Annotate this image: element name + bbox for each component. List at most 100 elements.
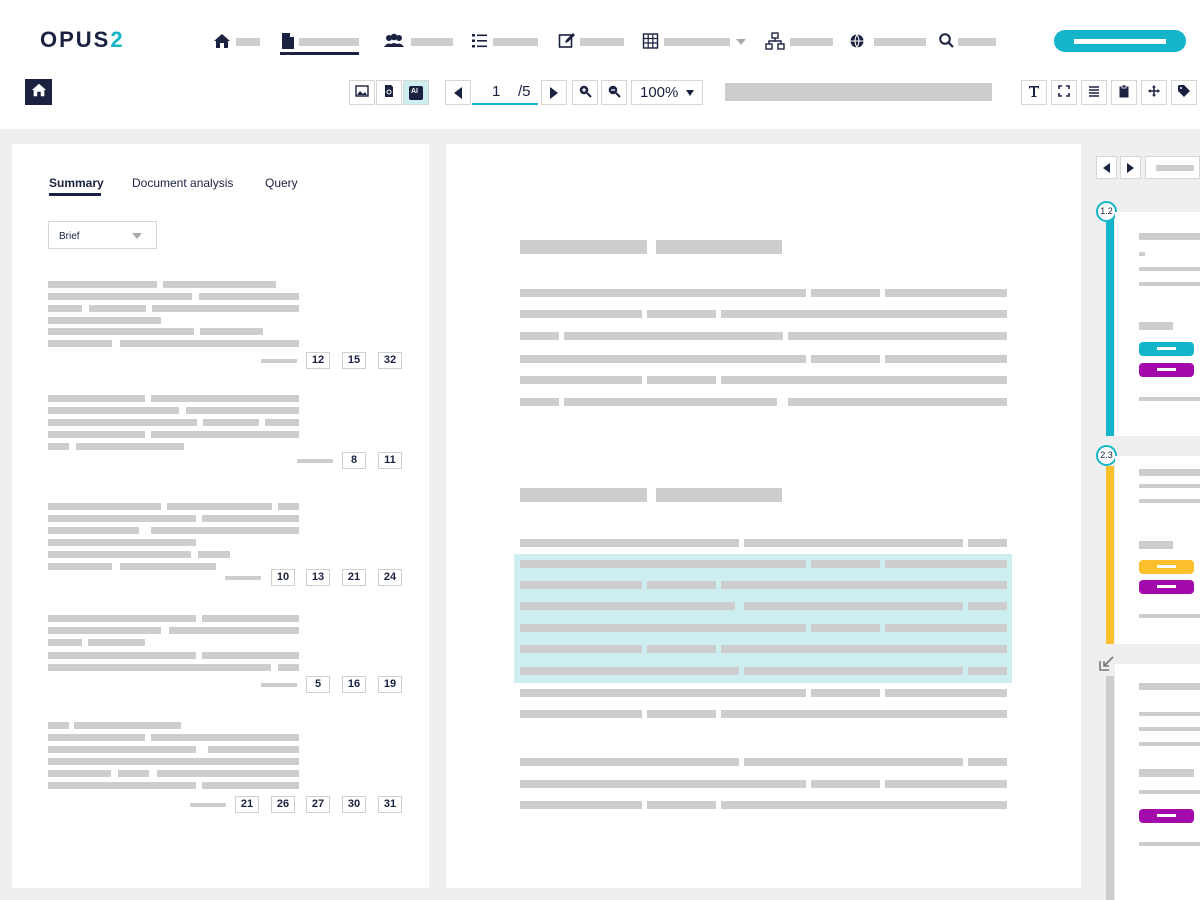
move-button[interactable]	[1141, 80, 1167, 105]
tag-chip[interactable]	[1139, 809, 1194, 823]
search-icon	[938, 32, 956, 50]
page-reference[interactable]: 15	[342, 352, 366, 369]
top-navigation: OPUS2	[0, 0, 1200, 70]
document-title-placeholder	[725, 83, 992, 101]
zoom-out-icon	[607, 84, 621, 101]
tag-chip[interactable]	[1139, 560, 1194, 574]
document-search-icon	[382, 84, 396, 101]
primary-action-button[interactable]	[1054, 30, 1186, 52]
move-icon	[1147, 84, 1161, 101]
annotation-card[interactable]	[1115, 212, 1200, 436]
next-page-button[interactable]	[541, 80, 567, 105]
chevron-down-icon	[132, 233, 142, 239]
zoom-value: 100%	[640, 84, 679, 101]
chevron-left-icon	[1103, 162, 1110, 173]
annotation-step-badge[interactable]: 2.3	[1096, 445, 1117, 466]
chevron-down-icon	[686, 90, 694, 96]
annotation-track	[1106, 212, 1114, 436]
zoom-select[interactable]: 100%	[631, 80, 703, 105]
page-reference[interactable]: 13	[306, 569, 330, 586]
page-reference[interactable]: 21	[235, 796, 259, 813]
logo-suffix: 2	[110, 27, 125, 52]
fullscreen-button[interactable]	[1051, 80, 1077, 105]
highlighted-passage[interactable]	[514, 554, 1012, 683]
page-reference[interactable]: 8	[342, 452, 366, 469]
tag-chip[interactable]	[1139, 363, 1194, 377]
page-reference[interactable]: 32	[378, 352, 402, 369]
document-page[interactable]	[446, 144, 1081, 888]
annotation-track	[1106, 466, 1114, 644]
zoom-out-button[interactable]	[601, 80, 627, 105]
annotations-panel: 1.2 2.3	[1090, 144, 1200, 900]
page-input-underline	[472, 103, 538, 105]
page-reference[interactable]: 12	[306, 352, 330, 369]
section-heading	[520, 488, 647, 502]
chevron-left-icon	[454, 86, 462, 99]
text-icon	[1027, 84, 1041, 101]
summary-length-select[interactable]: Brief	[48, 221, 157, 249]
page-reference[interactable]: 10	[271, 569, 295, 586]
hierarchy-icon	[765, 32, 785, 50]
zoom-in-icon	[578, 84, 592, 101]
annotation-card[interactable]	[1115, 456, 1200, 644]
people-icon	[383, 32, 405, 50]
page-reference[interactable]: 31	[378, 796, 402, 813]
section-heading	[520, 240, 647, 254]
zoom-in-button[interactable]	[572, 80, 598, 105]
home-icon	[213, 32, 231, 50]
tab-summary[interactable]: Summary	[49, 176, 104, 190]
tag-icon	[1177, 84, 1191, 101]
page-reference[interactable]: 27	[306, 796, 330, 813]
edit-icon	[558, 32, 576, 50]
page-reference[interactable]: 19	[378, 676, 402, 693]
image-icon	[355, 84, 369, 101]
annotation-filter-field[interactable]	[1145, 156, 1200, 179]
annotation-track	[1106, 676, 1114, 900]
image-view-button[interactable]	[349, 80, 375, 105]
ai-button[interactable]: AI	[403, 80, 429, 105]
page-reference[interactable]: 5	[306, 676, 330, 693]
active-tab-indicator	[49, 193, 101, 196]
tab-document-analysis[interactable]: Document analysis	[132, 176, 233, 190]
page-reference[interactable]: 24	[378, 569, 402, 586]
nav-active-indicator	[280, 52, 359, 55]
tag-chip[interactable]	[1139, 580, 1194, 594]
chevron-right-icon	[1127, 162, 1134, 173]
home-button[interactable]	[25, 79, 52, 105]
table-icon	[642, 32, 660, 50]
align-lines-icon	[1087, 84, 1101, 101]
page-reference[interactable]: 11	[378, 452, 402, 469]
prev-page-button[interactable]	[445, 80, 471, 105]
text-search-button[interactable]	[376, 80, 402, 105]
tag-chip[interactable]	[1139, 342, 1194, 356]
clipboard-button[interactable]	[1111, 80, 1137, 105]
page-reference[interactable]: 26	[271, 796, 295, 813]
next-annotation-button[interactable]	[1120, 156, 1141, 179]
page-reference[interactable]: 21	[342, 569, 366, 586]
text-tool-button[interactable]	[1021, 80, 1047, 105]
fullscreen-icon	[1057, 84, 1071, 101]
list-icon	[471, 32, 489, 50]
home-icon	[31, 82, 47, 103]
ai-label: AI	[411, 87, 418, 95]
tab-query[interactable]: Query	[265, 176, 298, 190]
ai-chip-icon: AI	[409, 85, 423, 100]
current-page: 1	[492, 83, 501, 100]
chevron-down-icon	[736, 39, 746, 45]
clipboard-icon	[1117, 84, 1131, 101]
tag-button[interactable]	[1171, 80, 1197, 105]
button-label-placeholder	[1074, 39, 1166, 44]
page-number-input[interactable]: 1 /5	[472, 80, 538, 105]
chevron-right-icon	[550, 86, 558, 99]
page-reference[interactable]: 30	[342, 796, 366, 813]
opus2-logo[interactable]: OPUS2	[40, 27, 125, 53]
annotation-step-badge[interactable]: 1.2	[1096, 201, 1117, 222]
page-reference[interactable]: 16	[342, 676, 366, 693]
prev-annotation-button[interactable]	[1096, 156, 1117, 179]
document-icon	[280, 32, 298, 50]
document-toolbar: AI 1 /5 100%	[0, 70, 1200, 129]
ai-summary-panel: Summary Document analysis Query Brief 12…	[12, 144, 429, 888]
lines-button[interactable]	[1081, 80, 1107, 105]
annotation-card[interactable]	[1115, 664, 1200, 900]
collapse-icon[interactable]	[1097, 653, 1117, 673]
